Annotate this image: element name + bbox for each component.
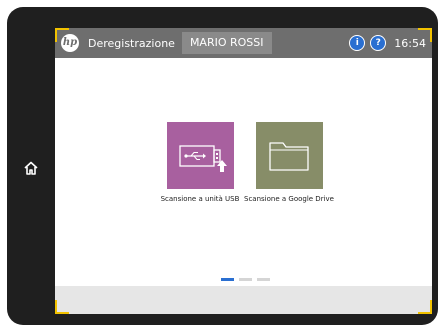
- page-indicator: [221, 278, 275, 281]
- home-icon[interactable]: [22, 159, 40, 177]
- scan-to-usb-tile[interactable]: [167, 122, 234, 189]
- logout-button[interactable]: Deregistrazione: [88, 37, 175, 50]
- header-bar: hp Deregistrazione MARIO ROSSI i ? 16:54: [55, 28, 432, 58]
- info-icon[interactable]: i: [349, 35, 366, 51]
- folder-icon: [269, 142, 309, 171]
- page-dot-3[interactable]: [257, 278, 270, 281]
- focus-corner-top-right: [418, 28, 432, 42]
- printer-screen: hp Deregistrazione MARIO ROSSI i ? 16:54: [55, 28, 432, 314]
- usb-scan-icon: [179, 145, 227, 172]
- scan-to-google-drive-tile[interactable]: [256, 122, 323, 189]
- focus-corner-bottom-left: [55, 300, 69, 314]
- page-dot-1[interactable]: [221, 278, 234, 281]
- focus-corner-top-left: [55, 28, 69, 42]
- scan-to-usb-label: Scansione a unità USB: [160, 195, 240, 203]
- help-icon[interactable]: ?: [370, 35, 387, 51]
- user-name: MARIO ROSSI: [181, 32, 272, 54]
- focus-corner-bottom-right: [418, 300, 432, 314]
- footer-bar: [55, 286, 432, 314]
- scan-to-google-drive-label: Scansione a Google Drive: [244, 195, 334, 203]
- page-dot-2[interactable]: [239, 278, 252, 281]
